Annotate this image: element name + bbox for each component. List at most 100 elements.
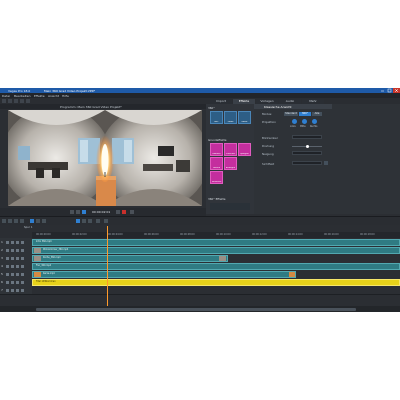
zoom-in-icon[interactable] (82, 219, 86, 223)
radio-label: Mitte (300, 125, 306, 128)
track-header[interactable]: 7 (0, 286, 32, 295)
lock-icon[interactable] (11, 264, 14, 268)
solo-icon[interactable] (16, 240, 19, 244)
mute-icon[interactable] (6, 288, 9, 292)
record-icon[interactable] (122, 210, 126, 214)
mode-button[interactable]: 360° (299, 111, 311, 116)
title-clip[interactable]: Titel: Willkommen (32, 278, 400, 286)
ripple-icon[interactable] (42, 219, 46, 223)
group-icon[interactable] (76, 219, 80, 223)
eye-icon[interactable] (21, 264, 24, 268)
reset-icon[interactable] (324, 161, 328, 165)
lock-icon[interactable] (11, 288, 14, 292)
go-start-icon[interactable] (70, 210, 74, 214)
video-clip[interactable]: Flur_360.mp4 (32, 262, 400, 270)
ruler-label: 00:00:02:00 (72, 232, 87, 236)
step-forward-icon[interactable] (116, 210, 120, 214)
tilt-field[interactable] (292, 151, 322, 155)
redo-icon[interactable] (26, 99, 30, 103)
step-back-icon[interactable] (76, 210, 80, 214)
solo-icon[interactable] (16, 248, 19, 252)
marker-icon[interactable] (36, 219, 40, 223)
effect-tile[interactable]: 360° (210, 111, 223, 124)
eye-icon[interactable] (21, 280, 24, 284)
eye-icon[interactable] (21, 272, 24, 276)
lock-icon[interactable] (11, 240, 14, 244)
cut-tool-icon[interactable] (8, 219, 12, 223)
solo-icon[interactable] (16, 280, 19, 284)
cursor-tool-icon[interactable] (2, 219, 6, 223)
effects-group-header[interactable]: 360° (208, 106, 252, 110)
undo-icon[interactable] (20, 99, 24, 103)
zoom-out-icon[interactable] (88, 219, 92, 223)
open-icon[interactable] (8, 99, 12, 103)
mode-button[interactable]: Standard (284, 111, 298, 116)
split-tool-icon[interactable] (14, 219, 18, 223)
eye-icon[interactable] (21, 248, 24, 252)
video-preview[interactable] (8, 110, 202, 206)
transport-bar: 00:00:02:01 (0, 208, 206, 216)
fov-field[interactable] (292, 161, 322, 165)
menu-item[interactable]: Hilfe (62, 94, 69, 98)
timeline-scrollbar[interactable] (0, 306, 400, 312)
effect-tile[interactable]: Spiegeln (238, 143, 251, 156)
mute-icon[interactable] (6, 256, 9, 260)
solo-icon[interactable] (16, 288, 19, 292)
eye-icon[interactable] (21, 240, 24, 244)
effect-tile[interactable]: Zoom (224, 111, 237, 124)
effect-tile[interactable]: Rahmen (210, 143, 223, 156)
scrollbar-thumb[interactable] (36, 307, 356, 311)
mute-icon[interactable] (6, 272, 9, 276)
video-editor-window: Vegas Pro 18.0 Mein 360 Grad Video Proje… (0, 88, 400, 312)
save-icon[interactable] (14, 99, 18, 103)
eye-icon[interactable] (21, 288, 24, 292)
effects-group-header[interactable]: 360° Effekte (208, 197, 252, 201)
lock-icon[interactable] (11, 280, 14, 284)
new-project-icon[interactable] (2, 99, 6, 103)
effects-subpanel (210, 203, 250, 210)
play-icon[interactable] (82, 210, 86, 214)
effect-tile[interactable]: Verzerren (210, 171, 223, 184)
menu-item[interactable]: Ansicht (48, 94, 59, 98)
video-clip[interactable]: Wohnzimmer_360.mp4 (32, 246, 400, 254)
effects-group-header[interactable]: Grundeffekte (208, 138, 252, 142)
effect-tile[interactable]: Bewegen (224, 157, 237, 170)
playhead[interactable] (107, 226, 108, 312)
radio-option[interactable] (302, 119, 307, 124)
menu-item[interactable]: Effekte (34, 94, 45, 98)
solo-icon[interactable] (16, 256, 19, 260)
lock-icon[interactable] (11, 248, 14, 252)
go-end-icon[interactable] (130, 210, 134, 214)
video-clip[interactable]: Intro 360.mp4 (32, 238, 400, 246)
lock-icon[interactable] (11, 256, 14, 260)
video-clip[interactable]: Kerze.mp4 (32, 270, 296, 278)
timeline-header: Spur 1 (0, 225, 400, 232)
track-lane[interactable] (32, 286, 400, 295)
solo-icon[interactable] (16, 272, 19, 276)
eye-icon[interactable] (21, 256, 24, 260)
solo-icon[interactable] (16, 264, 19, 268)
menu-item[interactable]: Bearbeiten (14, 94, 30, 98)
mute-icon[interactable] (6, 280, 9, 284)
angle-field[interactable] (292, 135, 322, 139)
radio-option[interactable] (312, 119, 317, 124)
property-label: Projektion (262, 120, 276, 124)
clip-thumbnail (34, 248, 41, 253)
effect-tile[interactable]: Effekt (238, 111, 251, 124)
delete-icon[interactable] (20, 219, 24, 223)
effect-tile[interactable]: Drehen (210, 157, 223, 170)
lock-icon[interactable] (11, 272, 14, 276)
mode-button[interactable]: Alle (312, 111, 322, 116)
property-label: Modus: (262, 112, 273, 116)
effect-tile[interactable]: Zuschnitt (224, 143, 237, 156)
menu-item[interactable]: Datei (2, 94, 10, 98)
mute-icon[interactable] (6, 248, 9, 252)
settings-icon[interactable] (104, 219, 108, 223)
video-clip[interactable]: Küche_360.mp4 (32, 254, 228, 262)
mute-icon[interactable] (6, 264, 9, 268)
mute-icon[interactable] (6, 240, 9, 244)
rotation-slider-knob[interactable] (306, 144, 309, 148)
snap-icon[interactable] (30, 219, 34, 223)
radio-option[interactable] (292, 119, 297, 124)
link-icon[interactable] (96, 219, 100, 223)
